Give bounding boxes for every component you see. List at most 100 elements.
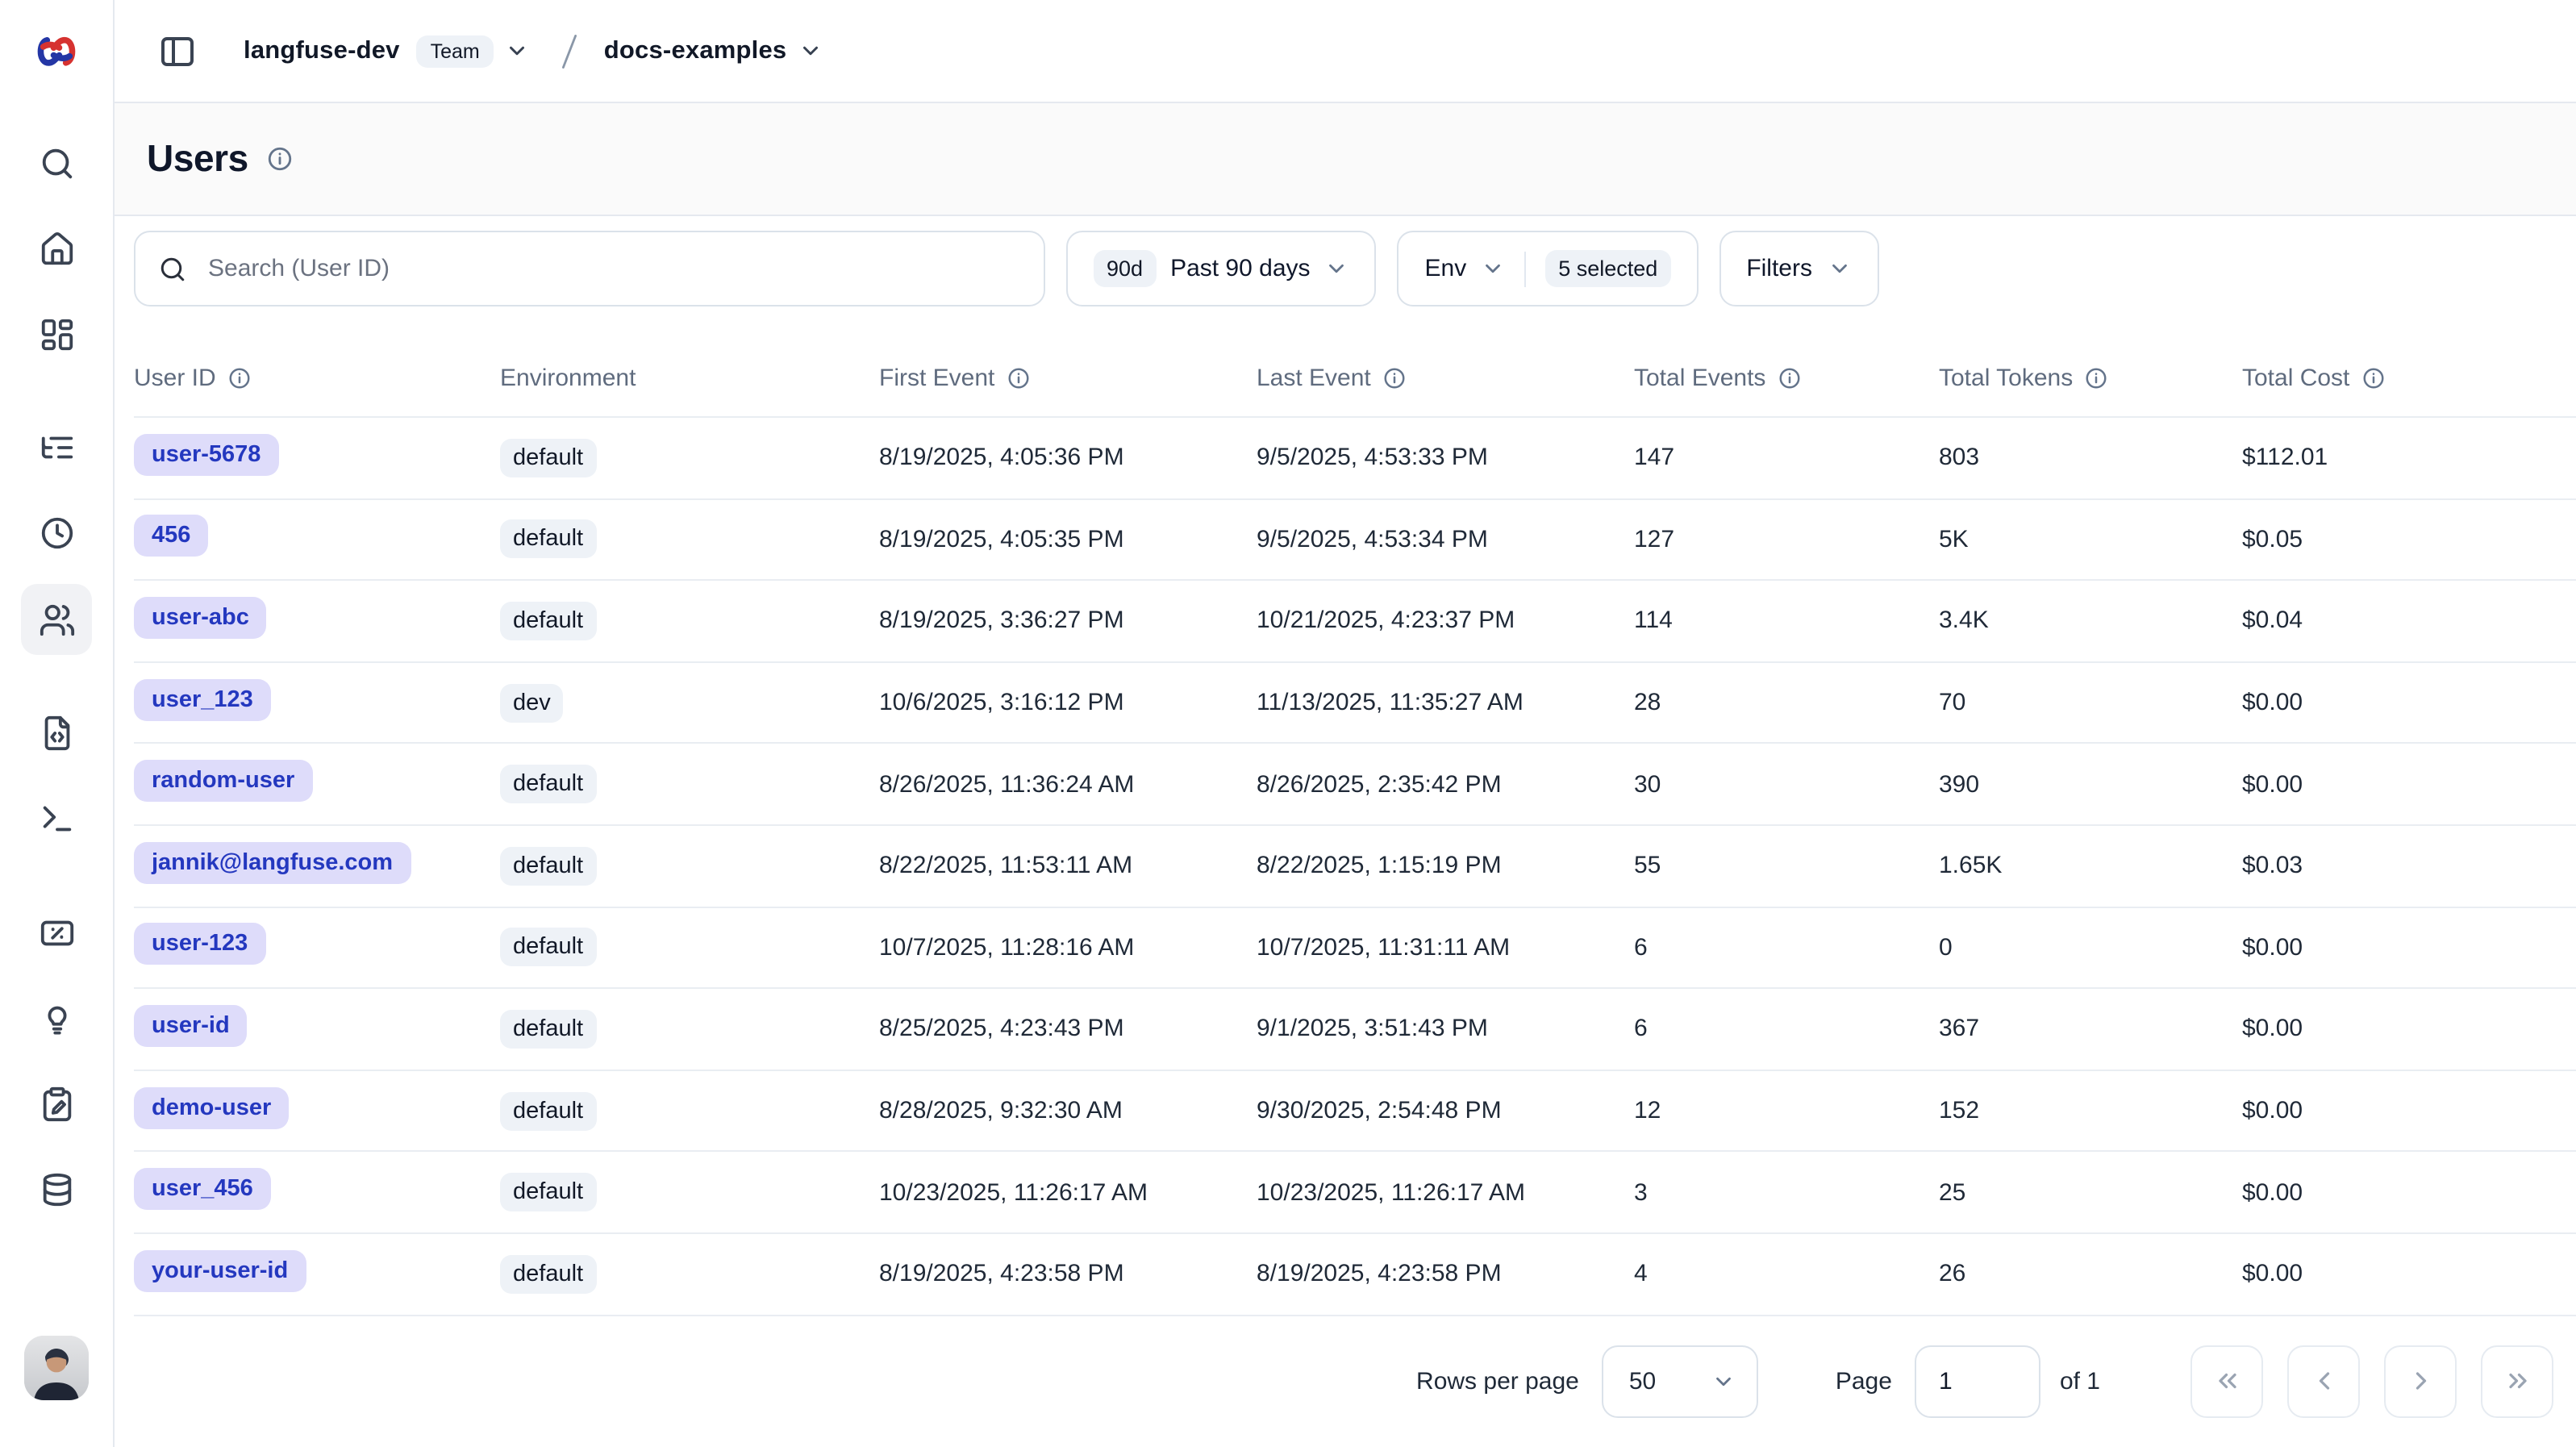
previous-page-icon[interactable] <box>2287 1345 2360 1418</box>
user-id-badge[interactable]: user-5678 <box>134 434 278 476</box>
user-id-badge[interactable]: jannik@langfuse.com <box>134 842 411 884</box>
sidebar-item-home[interactable] <box>21 213 92 284</box>
cell-value: 3 <box>1634 1178 1648 1206</box>
cell-value: 4 <box>1634 1260 1648 1287</box>
total-tokens-cell: 1.65K <box>1939 853 2242 880</box>
table-row[interactable]: your-user-iddefault8/19/2025, 4:23:58 PM… <box>134 1234 2576 1316</box>
sidebar-item-annotation[interactable] <box>21 1068 92 1139</box>
environment-cell: default <box>500 765 879 803</box>
column-header-first-event[interactable]: First Event <box>879 364 1257 391</box>
sidebar-item-tracing[interactable] <box>21 411 92 482</box>
user-avatar[interactable] <box>24 1336 89 1400</box>
environment-cell: default <box>500 602 879 640</box>
table-row[interactable]: user-iddefault8/25/2025, 4:23:43 PM9/1/2… <box>134 989 2576 1070</box>
sidebar-item-prompts[interactable] <box>21 697 92 768</box>
total-cost-cell: $0.00 <box>2242 689 2576 716</box>
chevron-down-icon <box>1325 256 1349 281</box>
column-header-last-event[interactable]: Last Event <box>1257 364 1634 391</box>
last-event-cell: 8/19/2025, 4:23:58 PM <box>1257 1260 1634 1287</box>
page-of-label: of 1 <box>2060 1368 2100 1395</box>
user-id-badge[interactable]: random-user <box>134 760 312 802</box>
environment-badge: default <box>500 765 596 803</box>
user-id-badge[interactable]: user-abc <box>134 597 267 639</box>
table-row[interactable]: jannik@langfuse.comdefault8/22/2025, 11:… <box>134 826 2576 907</box>
rows-per-page-label: Rows per page <box>1416 1368 1579 1395</box>
table-row[interactable]: user_123dev10/6/2025, 3:16:12 PM11/13/20… <box>134 663 2576 744</box>
table-row[interactable]: 456default8/19/2025, 4:05:35 PM9/5/2025,… <box>134 499 2576 581</box>
total-events-cell: 147 <box>1634 444 1939 472</box>
cell-value: $0.00 <box>2242 1260 2303 1287</box>
info-icon <box>2084 365 2108 390</box>
first-event-cell: 8/19/2025, 4:05:35 PM <box>879 526 1257 553</box>
first-page-icon[interactable] <box>2190 1345 2263 1418</box>
column-header-environment[interactable]: Environment <box>500 364 879 391</box>
page-number-input[interactable] <box>1915 1345 2040 1418</box>
user-id-badge[interactable]: user_456 <box>134 1168 271 1210</box>
user-id-badge[interactable]: demo-user <box>134 1086 289 1128</box>
user-id-badge[interactable]: user-id <box>134 1005 248 1047</box>
sidebar-toggle-icon[interactable] <box>153 27 202 75</box>
langfuse-logo-icon <box>34 35 79 68</box>
user-id-badge[interactable]: user-123 <box>134 924 265 965</box>
user-id-badge[interactable]: 456 <box>134 515 208 557</box>
cell-value: 6 <box>1634 1015 1648 1043</box>
search-input[interactable] <box>205 253 1021 284</box>
environment-cell: dev <box>500 683 879 722</box>
column-header-total-events[interactable]: Total Events <box>1634 364 1939 391</box>
info-icon <box>266 145 294 173</box>
environment-cell: default <box>500 1091 879 1130</box>
column-label: First Event <box>879 364 994 391</box>
cell-value: 10/23/2025, 11:26:17 AM <box>879 1178 1148 1206</box>
total-cost-cell: $112.01 <box>2242 444 2576 472</box>
filters-button[interactable]: Filters <box>1719 231 1878 306</box>
date-range-button[interactable]: 90d Past 90 days <box>1066 231 1377 306</box>
filters-label: Filters <box>1746 255 1812 282</box>
column-header-total-tokens[interactable]: Total Tokens <box>1939 364 2242 391</box>
environment-filter-button[interactable]: Env 5 selected <box>1398 231 1699 306</box>
date-range-label: Past 90 days <box>1170 255 1310 282</box>
column-header-user-id[interactable]: User ID <box>134 364 500 391</box>
first-event-cell: 8/19/2025, 4:05:36 PM <box>879 444 1257 472</box>
sidebar-item-datasets[interactable] <box>21 1153 92 1224</box>
next-page-icon[interactable] <box>2384 1345 2457 1418</box>
sidebar-item-upgrades[interactable] <box>21 982 92 1053</box>
sidebar-item-playground[interactable] <box>21 782 92 853</box>
user-id-cell: user_123 <box>134 678 500 727</box>
page-title: Users <box>147 137 248 181</box>
table-row[interactable]: user-123default10/7/2025, 11:28:16 AM10/… <box>134 907 2576 989</box>
user-id-badge[interactable]: user_123 <box>134 678 271 720</box>
cell-value: 55 <box>1634 853 1661 880</box>
table-row[interactable]: user_456default10/23/2025, 11:26:17 AM10… <box>134 1153 2576 1234</box>
sidebar-item-scores[interactable] <box>21 897 92 968</box>
project-selector[interactable]: docs-examples <box>604 36 823 65</box>
cell-value: 127 <box>1634 526 1674 553</box>
info-icon <box>2361 365 2385 390</box>
last-page-icon[interactable] <box>2481 1345 2553 1418</box>
table-row[interactable]: user-abcdefault8/19/2025, 3:36:27 PM10/2… <box>134 581 2576 662</box>
rows-per-page-value: 50 <box>1629 1368 1656 1395</box>
last-event-cell: 10/21/2025, 4:23:37 PM <box>1257 607 1634 635</box>
org-selector[interactable]: langfuse-dev Team <box>244 35 530 67</box>
table-row[interactable]: user-5678default8/19/2025, 4:05:36 PM9/5… <box>134 418 2576 499</box>
column-label: User ID <box>134 364 216 391</box>
table-row[interactable]: random-userdefault8/26/2025, 11:36:24 AM… <box>134 744 2576 826</box>
total-events-cell: 3 <box>1634 1178 1939 1206</box>
cell-value: $0.00 <box>2242 1178 2303 1206</box>
user-id-cell: demo-user <box>134 1086 500 1135</box>
info-icon <box>1382 365 1407 390</box>
cell-value: 70 <box>1939 689 1965 716</box>
sidebar-item-sessions[interactable] <box>21 497 92 568</box>
sidebar-item-users[interactable] <box>21 584 92 655</box>
page-label: Page <box>1836 1368 1892 1395</box>
user-id-badge[interactable]: your-user-id <box>134 1249 306 1291</box>
last-event-cell: 8/22/2025, 1:15:19 PM <box>1257 853 1634 880</box>
column-header-total-cost[interactable]: Total Cost <box>2242 364 2576 391</box>
sidebar-item-search[interactable] <box>21 127 92 198</box>
table-row[interactable]: demo-userdefault8/28/2025, 9:32:30 AM9/3… <box>134 1071 2576 1153</box>
rows-per-page-select[interactable]: 50 <box>1602 1345 1758 1418</box>
environment-badge: default <box>500 1010 596 1049</box>
sidebar-item-dashboards[interactable] <box>21 298 92 369</box>
info-icon <box>227 365 252 390</box>
list-tree-icon <box>38 428 75 465</box>
lightbulb-icon <box>38 999 75 1036</box>
